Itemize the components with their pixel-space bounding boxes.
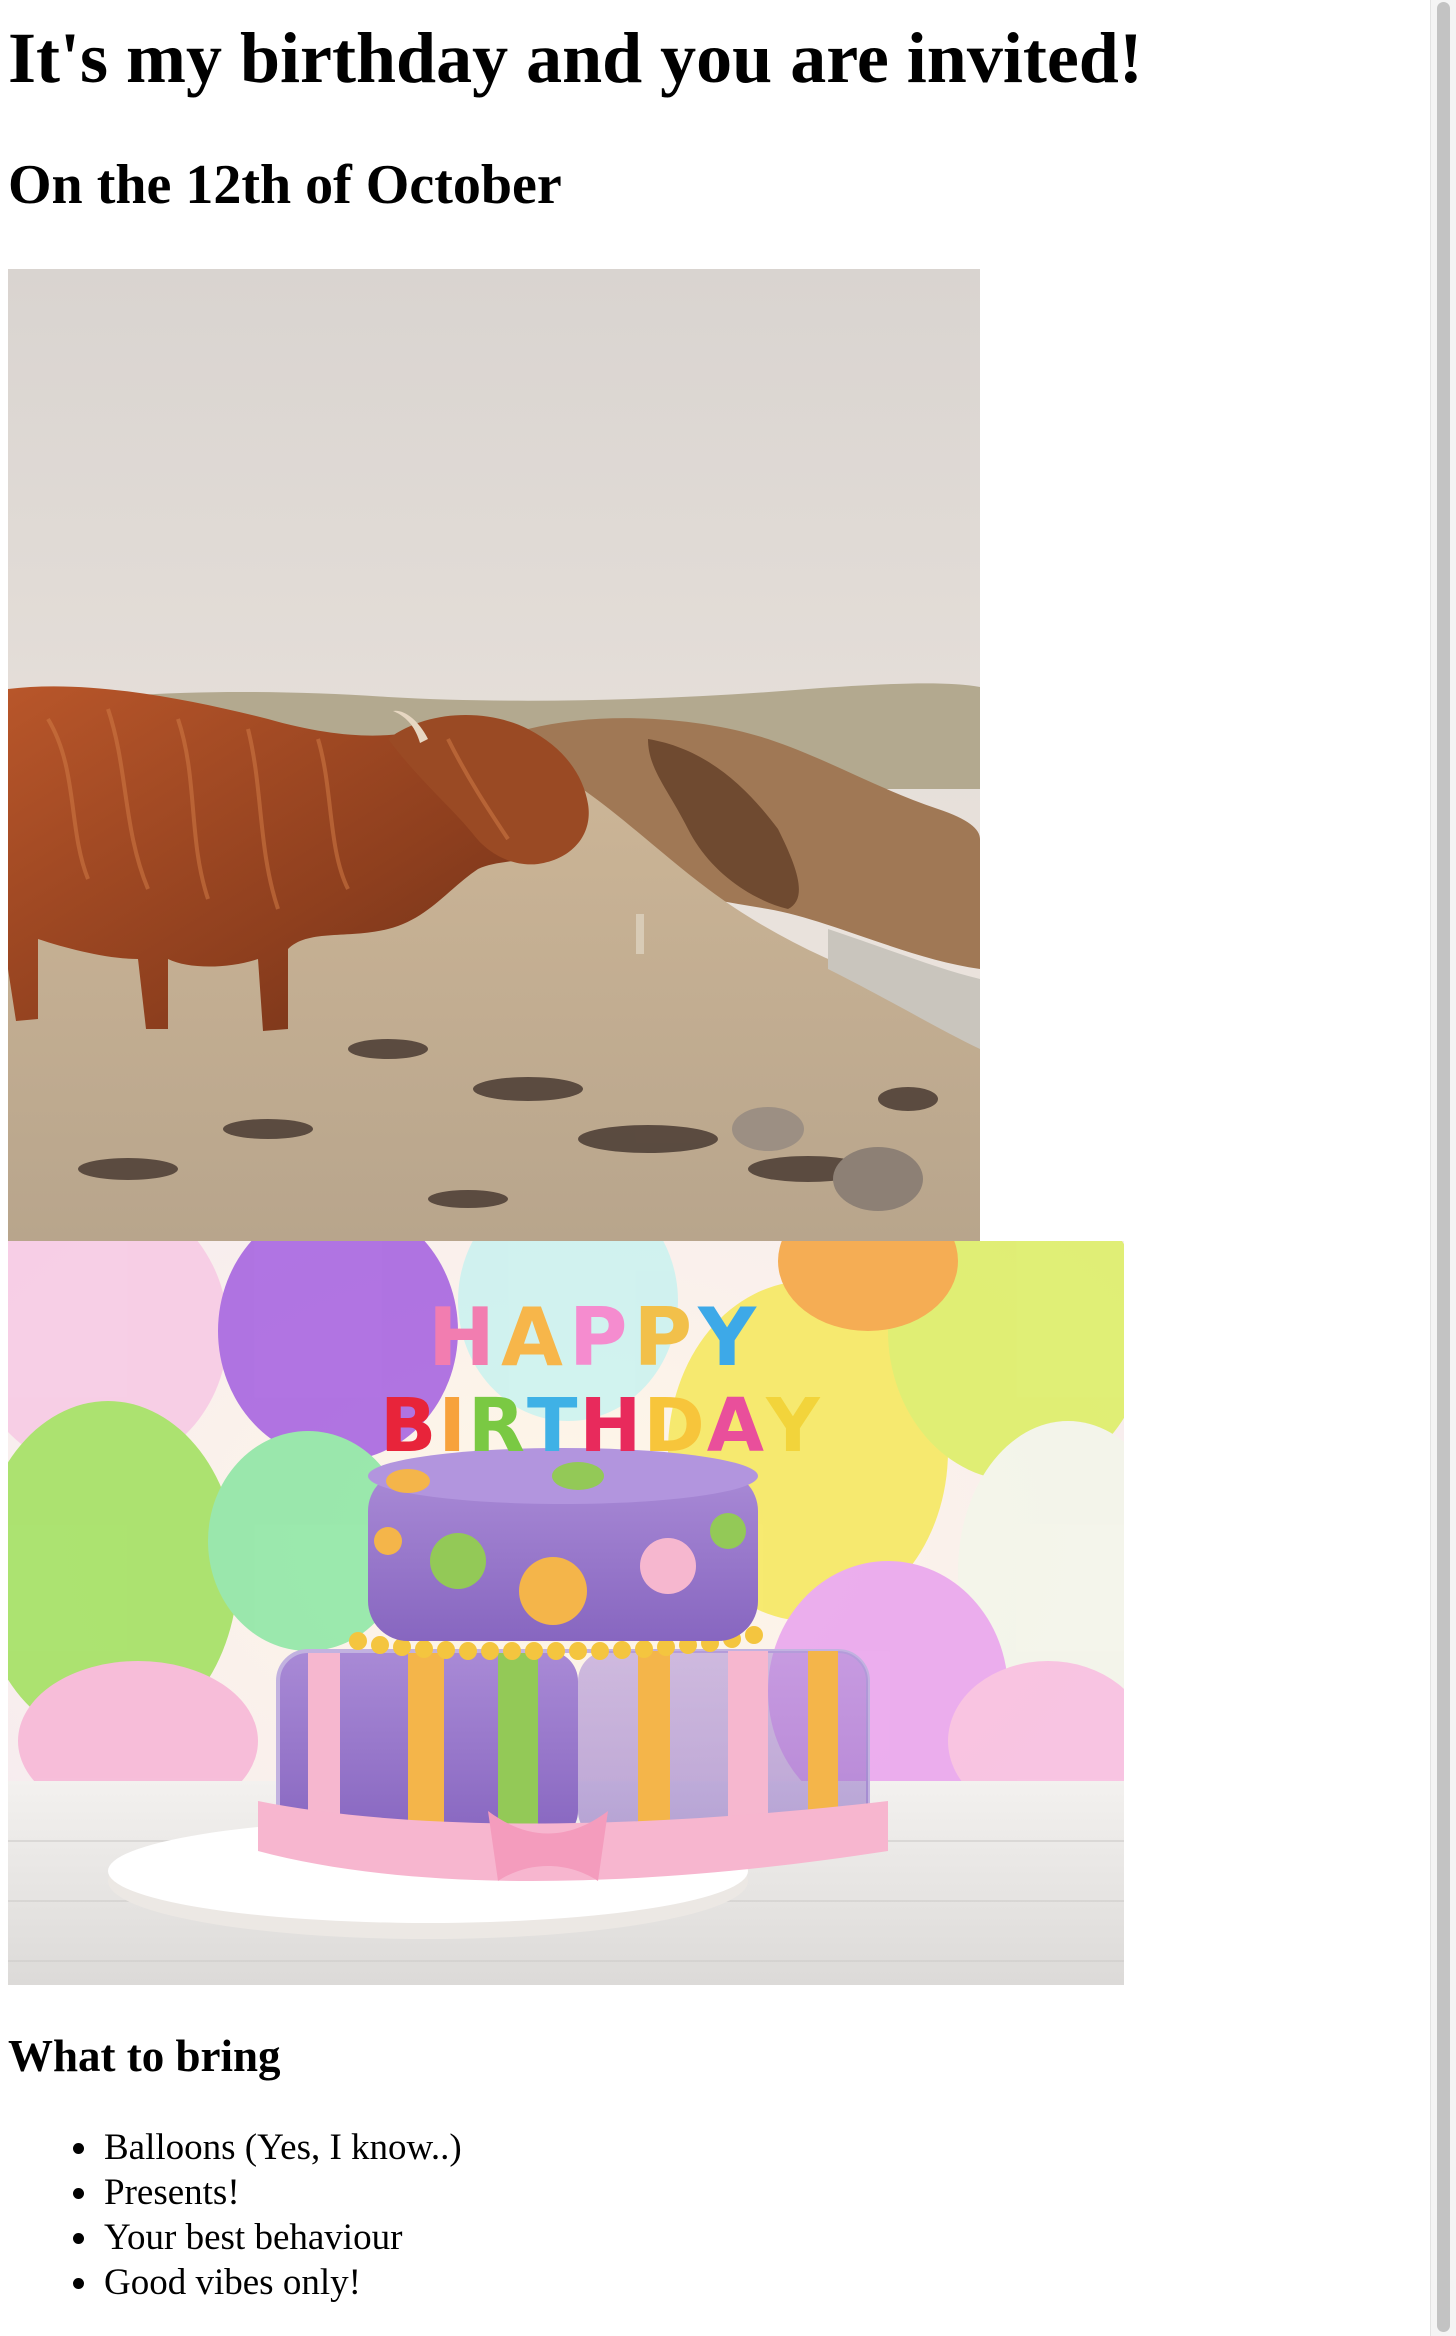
list-item: Presents!: [73, 2170, 462, 2215]
bring-list: Balloons (Yes, I know..) Presents! Your …: [0, 2125, 462, 2305]
birthday-cake-photo: H A P P Y B I R T H D A Y: [8, 1241, 1124, 1985]
event-date-heading: On the 12th of October: [8, 154, 562, 216]
list-item-label: Presents!: [104, 2172, 240, 2213]
page-title: It's my birthday and you are invited!: [8, 18, 1143, 98]
candle-letter: I: [438, 1383, 466, 1469]
bullet-icon: [73, 2278, 84, 2289]
list-item: Your best behaviour: [73, 2215, 462, 2260]
candle-letter: A: [706, 1383, 765, 1469]
bullet-icon: [73, 2188, 84, 2199]
invitation-page: It's my birthday and you are invited! On…: [0, 0, 1430, 2336]
list-item-label: Your best behaviour: [104, 2217, 403, 2258]
candle-letter: T: [526, 1383, 578, 1469]
list-item-label: Balloons (Yes, I know..): [104, 2127, 462, 2168]
what-to-bring-heading: What to bring: [8, 2031, 281, 2081]
bullet-icon: [73, 2233, 84, 2244]
list-item: Good vibes only!: [73, 2260, 462, 2305]
candle-letter: B: [380, 1383, 437, 1469]
list-item-label: Good vibes only!: [104, 2262, 361, 2303]
list-item: Balloons (Yes, I know..): [73, 2125, 462, 2170]
candle-letter: R: [467, 1383, 525, 1469]
bullet-icon: [73, 2143, 84, 2154]
candle-letters-bottom: B I R T H D A Y: [380, 1371, 820, 1481]
scrollbar-thumb[interactable]: [1437, 2, 1450, 2332]
highland-cow-photo: [8, 269, 980, 1241]
candle-letter: H: [579, 1383, 642, 1469]
candle-letter: Y: [766, 1383, 820, 1469]
candle-letter: D: [643, 1383, 705, 1469]
vertical-scrollbar[interactable]: [1430, 0, 1456, 2336]
